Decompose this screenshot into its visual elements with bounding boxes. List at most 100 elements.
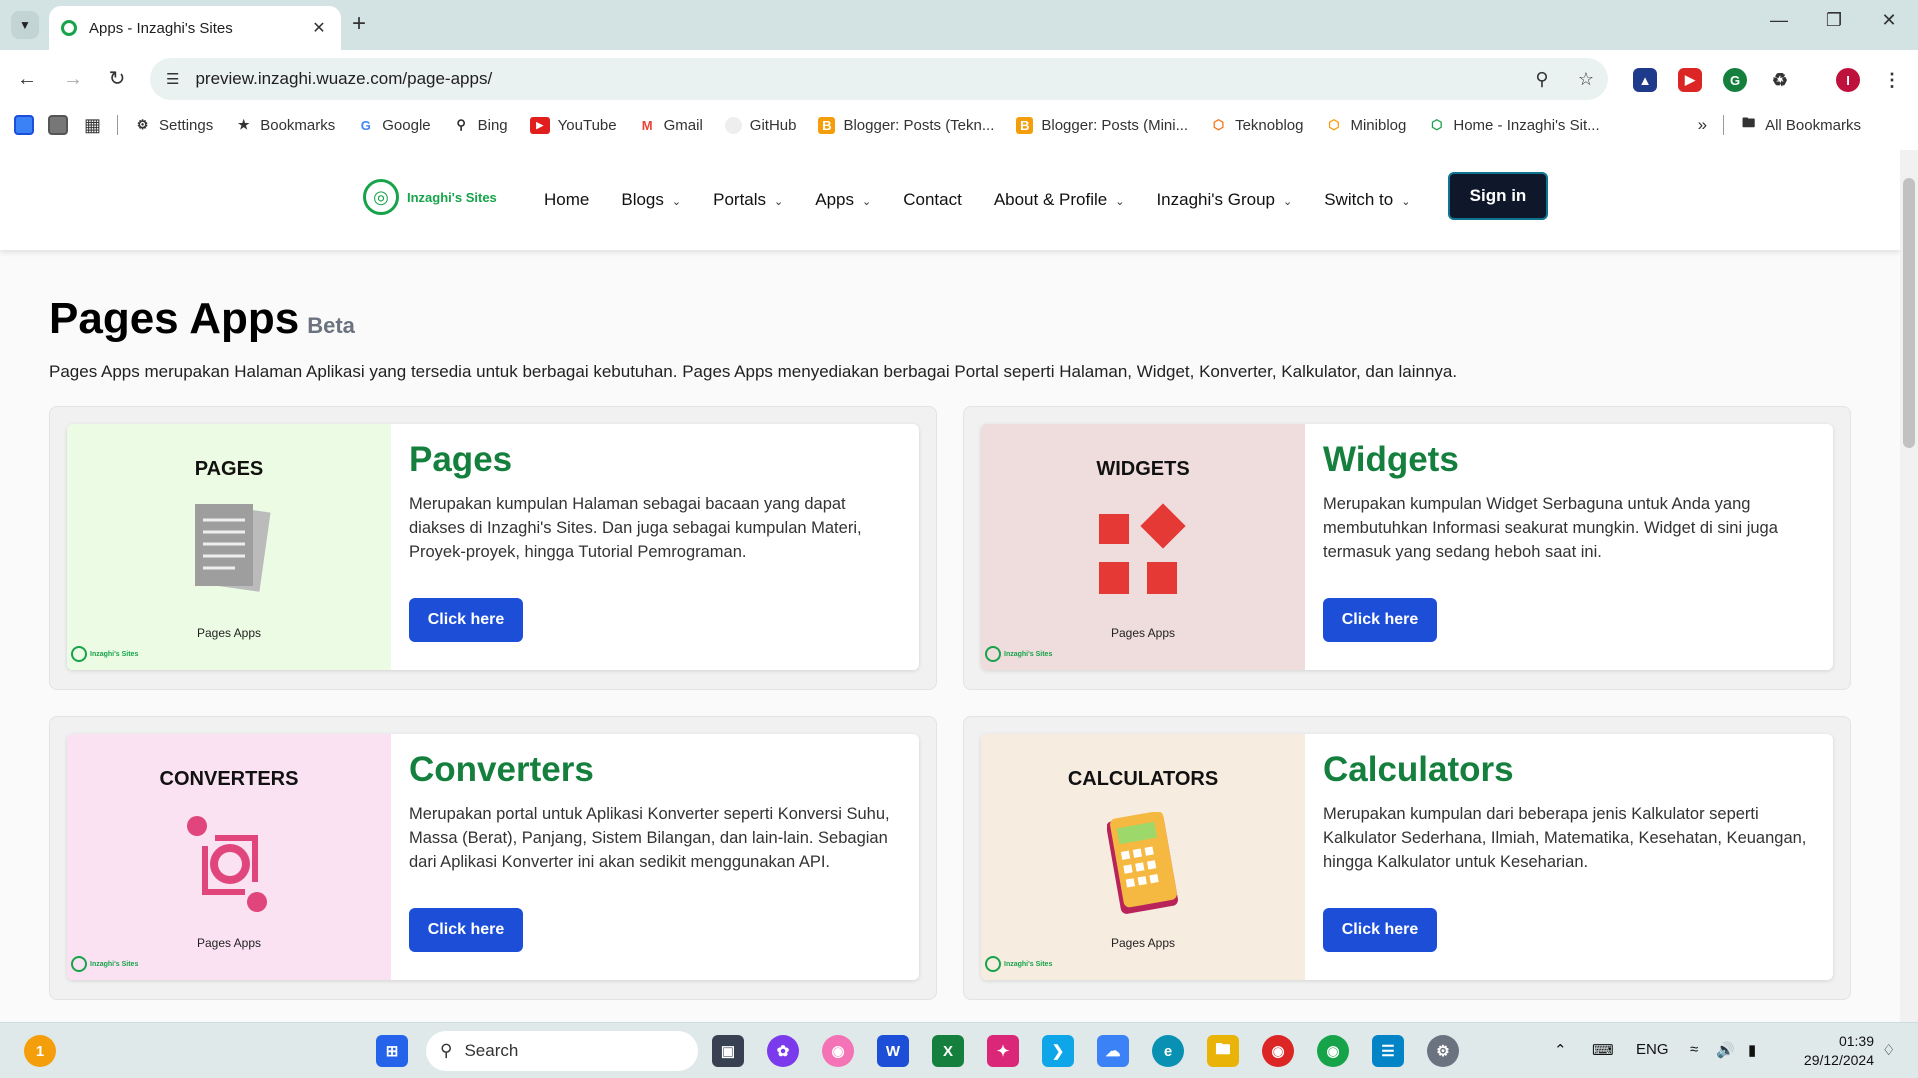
zoom-icon[interactable]: ⚲ (1520, 69, 1564, 90)
sign-in-button[interactable]: Sign in (1448, 172, 1548, 220)
bookmark-google[interactable]: G Google (357, 117, 431, 134)
browser-toolbar: ← → ↻ ☰ preview.inzaghi.wuaze.com/page-a… (0, 50, 1918, 108)
chevron-down-icon: ⌄ (774, 196, 784, 208)
keyboard-icon[interactable]: ⌨ (1592, 1041, 1614, 1059)
card-inner: CONVERTERS Pages Apps Inzaghi's Sites Co… (67, 734, 919, 980)
volume-icon[interactable]: 🔊 (1716, 1041, 1735, 1059)
scrollbar-thumb[interactable] (1903, 178, 1915, 448)
card-description: Merupakan kumpulan dari beberapa jenis K… (1323, 805, 1807, 871)
paint-icon[interactable]: ✦ (987, 1035, 1019, 1067)
tab-group-gray-icon[interactable] (48, 115, 68, 135)
wifi-icon[interactable]: ≈ (1690, 1041, 1698, 1058)
bitwarden-extension-icon[interactable]: ▲ (1633, 68, 1657, 92)
photos-icon[interactable]: ☁ (1097, 1035, 1129, 1067)
mini-logo-text: Inzaghi's Sites (1004, 650, 1053, 658)
nav-contact[interactable]: Contact (903, 190, 962, 210)
click-here-button[interactable]: Click here (1323, 908, 1437, 952)
bookmark-bookmarks[interactable]: ★ Bookmarks (235, 117, 335, 134)
extensions-puzzle-icon[interactable]: ♻ (1768, 68, 1792, 92)
nav-group[interactable]: Inzaghi's Group ⌄ (1156, 190, 1292, 210)
microsoft365-icon[interactable]: ◉ (822, 1035, 854, 1067)
page-scrollbar[interactable] (1900, 150, 1918, 1022)
language-indicator[interactable]: ENG (1636, 1041, 1669, 1058)
card-title[interactable]: Calculators (1323, 750, 1813, 790)
profile-avatar[interactable]: I (1836, 68, 1860, 92)
apps-grid-icon[interactable]: ▦ (84, 115, 101, 136)
minimize-icon[interactable]: — (1764, 10, 1794, 31)
thumb-title: PAGES (194, 458, 264, 480)
google-icon: G (360, 117, 371, 133)
bookmark-youtube[interactable]: ▶ YouTube (529, 116, 617, 134)
bookmark-label: Teknoblog (1235, 116, 1304, 134)
card-title[interactable]: Pages (409, 440, 899, 480)
chrome-icon[interactable]: ◉ (1262, 1035, 1294, 1067)
nav-label: Home (544, 190, 590, 209)
site-info-icon[interactable]: ☰ (166, 70, 179, 88)
nav-switch[interactable]: Switch to ⌄ (1324, 190, 1410, 210)
bookmark-miniblog[interactable]: ⬡ Miniblog (1325, 117, 1406, 134)
nav-apps[interactable]: Apps ⌄ (815, 190, 871, 210)
card-title[interactable]: Converters (409, 750, 899, 790)
bookmark-star-icon[interactable]: ☆ (1564, 69, 1608, 90)
word-icon[interactable]: W (877, 1035, 909, 1067)
excel-icon[interactable]: X (932, 1035, 964, 1067)
file-explorer-icon[interactable]: 🖿 (1207, 1035, 1239, 1067)
bookmark-teknoblog[interactable]: ⬡ Teknoblog (1210, 116, 1304, 134)
click-here-button[interactable]: Click here (409, 908, 523, 952)
page-intro: Pages Apps merupakan Halaman Aplikasi ya… (49, 362, 1458, 381)
nav-about[interactable]: About & Profile ⌄ (994, 190, 1125, 210)
bookmark-label: Miniblog (1350, 116, 1407, 134)
site-header: ◎ Inzaghi's Sites Home Blogs ⌄ Portals ⌄ A… (0, 142, 1900, 250)
bookmark-gmail[interactable]: M Gmail (639, 117, 703, 134)
more-menu-icon[interactable]: ⋮ (1880, 68, 1904, 92)
nav-label: Blogs (621, 190, 664, 209)
taskbar-search[interactable]: ⚲ Search (426, 1031, 698, 1071)
forward-icon[interactable]: → (59, 66, 87, 92)
clock[interactable]: 01:39 29/12/2024 (1784, 1032, 1874, 1070)
bookmark-bing[interactable]: ⚲ Bing (453, 117, 507, 134)
bookmark-blogger-mini[interactable]: B Blogger: Posts (Mini... (1016, 116, 1188, 134)
notepad-icon[interactable]: ☰ (1372, 1035, 1404, 1067)
restore-icon[interactable]: ❐ (1819, 10, 1849, 31)
bookmark-settings[interactable]: ⚙ Settings (134, 117, 214, 134)
click-here-button[interactable]: Click here (409, 598, 523, 642)
copilot-icon[interactable]: ✿ (767, 1035, 799, 1067)
chrome-profile-icon[interactable]: ◉ (1317, 1035, 1349, 1067)
grammarly-extension-icon[interactable]: G (1723, 68, 1747, 92)
card-title[interactable]: Widgets (1323, 440, 1813, 480)
bookmark-blogger-tekno[interactable]: B Blogger: Posts (Tekn... (818, 116, 994, 134)
reload-icon[interactable]: ↻ (103, 66, 131, 92)
active-tab[interactable]: Apps - Inzaghi's Sites ✕ (49, 6, 341, 50)
weather-widget-icon[interactable]: 1 (24, 1035, 56, 1067)
vscode-icon[interactable]: ❯ (1042, 1035, 1074, 1067)
settings-gear-icon[interactable]: ⚙ (1427, 1035, 1459, 1067)
bookmark-label: GitHub (749, 116, 797, 134)
nav-home[interactable]: Home (544, 190, 589, 210)
nav-portals[interactable]: Portals ⌄ (713, 190, 783, 210)
show-hidden-icons-icon[interactable]: ⌃ (1554, 1041, 1567, 1059)
nav-blogs[interactable]: Blogs ⌄ (621, 190, 681, 210)
new-tab-button[interactable]: + (352, 12, 366, 36)
close-tab-icon[interactable]: ✕ (309, 18, 329, 38)
all-bookmarks[interactable]: 🖿 All Bookmarks (1740, 115, 1861, 134)
mini-logo: Inzaghi's Sites (985, 646, 1052, 662)
tab-group-blue-icon[interactable] (14, 115, 34, 135)
bookmark-home-inzaghi[interactable]: ⬡ Home - Inzaghi's Sit... (1428, 117, 1599, 134)
media-extension-icon[interactable]: ▶ (1678, 68, 1702, 92)
site-logo[interactable]: ◎ Inzaghi's Sites (363, 179, 497, 215)
start-windows-icon[interactable]: ⊞ (376, 1035, 408, 1067)
more-bookmarks-icon[interactable]: » (1698, 115, 1707, 135)
notification-bell-icon[interactable]: ♢ (1882, 1041, 1895, 1059)
bookmark-github[interactable]: GitHub (724, 116, 797, 134)
tab-search-button[interactable]: ▼ (11, 11, 39, 39)
globe-icon (71, 646, 87, 662)
edge-icon[interactable]: e (1152, 1035, 1184, 1067)
battery-icon[interactable]: ▮ (1748, 1041, 1756, 1059)
nav-label: Portals (713, 190, 767, 209)
back-icon[interactable]: ← (13, 66, 41, 92)
click-here-button[interactable]: Click here (1323, 598, 1437, 642)
address-bar[interactable]: ☰ preview.inzaghi.wuaze.com/page-apps/ ⚲… (150, 58, 1608, 100)
task-view-icon[interactable]: ▣ (712, 1035, 744, 1067)
url-text[interactable]: preview.inzaghi.wuaze.com/page-apps/ (195, 69, 1520, 89)
close-window-icon[interactable]: ✕ (1874, 10, 1904, 31)
